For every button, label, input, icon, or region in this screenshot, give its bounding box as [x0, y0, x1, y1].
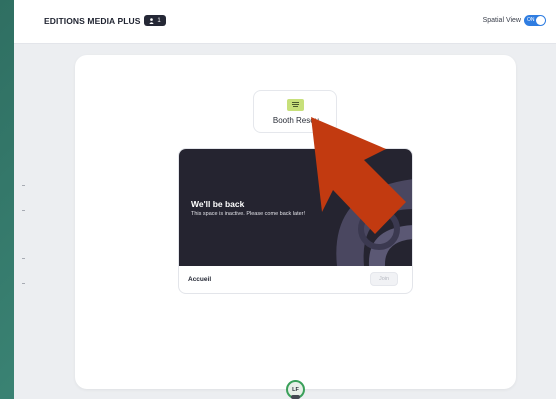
banner-title: We'll be back — [191, 199, 245, 209]
room-banner: We'll be back This space is inactive. Pl… — [179, 149, 412, 266]
room-name: Accueil — [188, 276, 212, 283]
toggle-state: ON — [527, 17, 535, 23]
booth-resources-card[interactable]: Booth Resou — [253, 90, 337, 133]
spatial-view-label: Spatial View — [482, 17, 521, 24]
toggle-knob — [536, 16, 545, 25]
user-count-badge[interactable]: 1 — [144, 15, 166, 26]
booth-label: Booth Resou — [272, 116, 320, 125]
avatar-status — [291, 395, 300, 399]
join-button[interactable]: Join — [370, 272, 398, 286]
room-card-accueil[interactable]: We'll be back This space is inactive. Pl… — [178, 148, 413, 294]
banner-subtitle: This space is inactive. Please come back… — [191, 211, 306, 217]
user-count: 1 — [157, 17, 161, 24]
spatial-canvas: Booth Resou We'll be back This space is … — [75, 55, 516, 389]
app-frame: EDITIONS MEDIA PLUS 1 Spatial View ON Bo… — [14, 0, 556, 399]
top-bar: EDITIONS MEDIA PLUS 1 Spatial View ON — [14, 0, 556, 44]
user-icon — [149, 17, 155, 24]
side-ruler — [14, 0, 28, 399]
brand-name: EDITIONS MEDIA PLUS — [44, 16, 141, 26]
booth-icon — [287, 99, 304, 111]
spatial-view-toggle[interactable]: ON — [524, 15, 546, 26]
